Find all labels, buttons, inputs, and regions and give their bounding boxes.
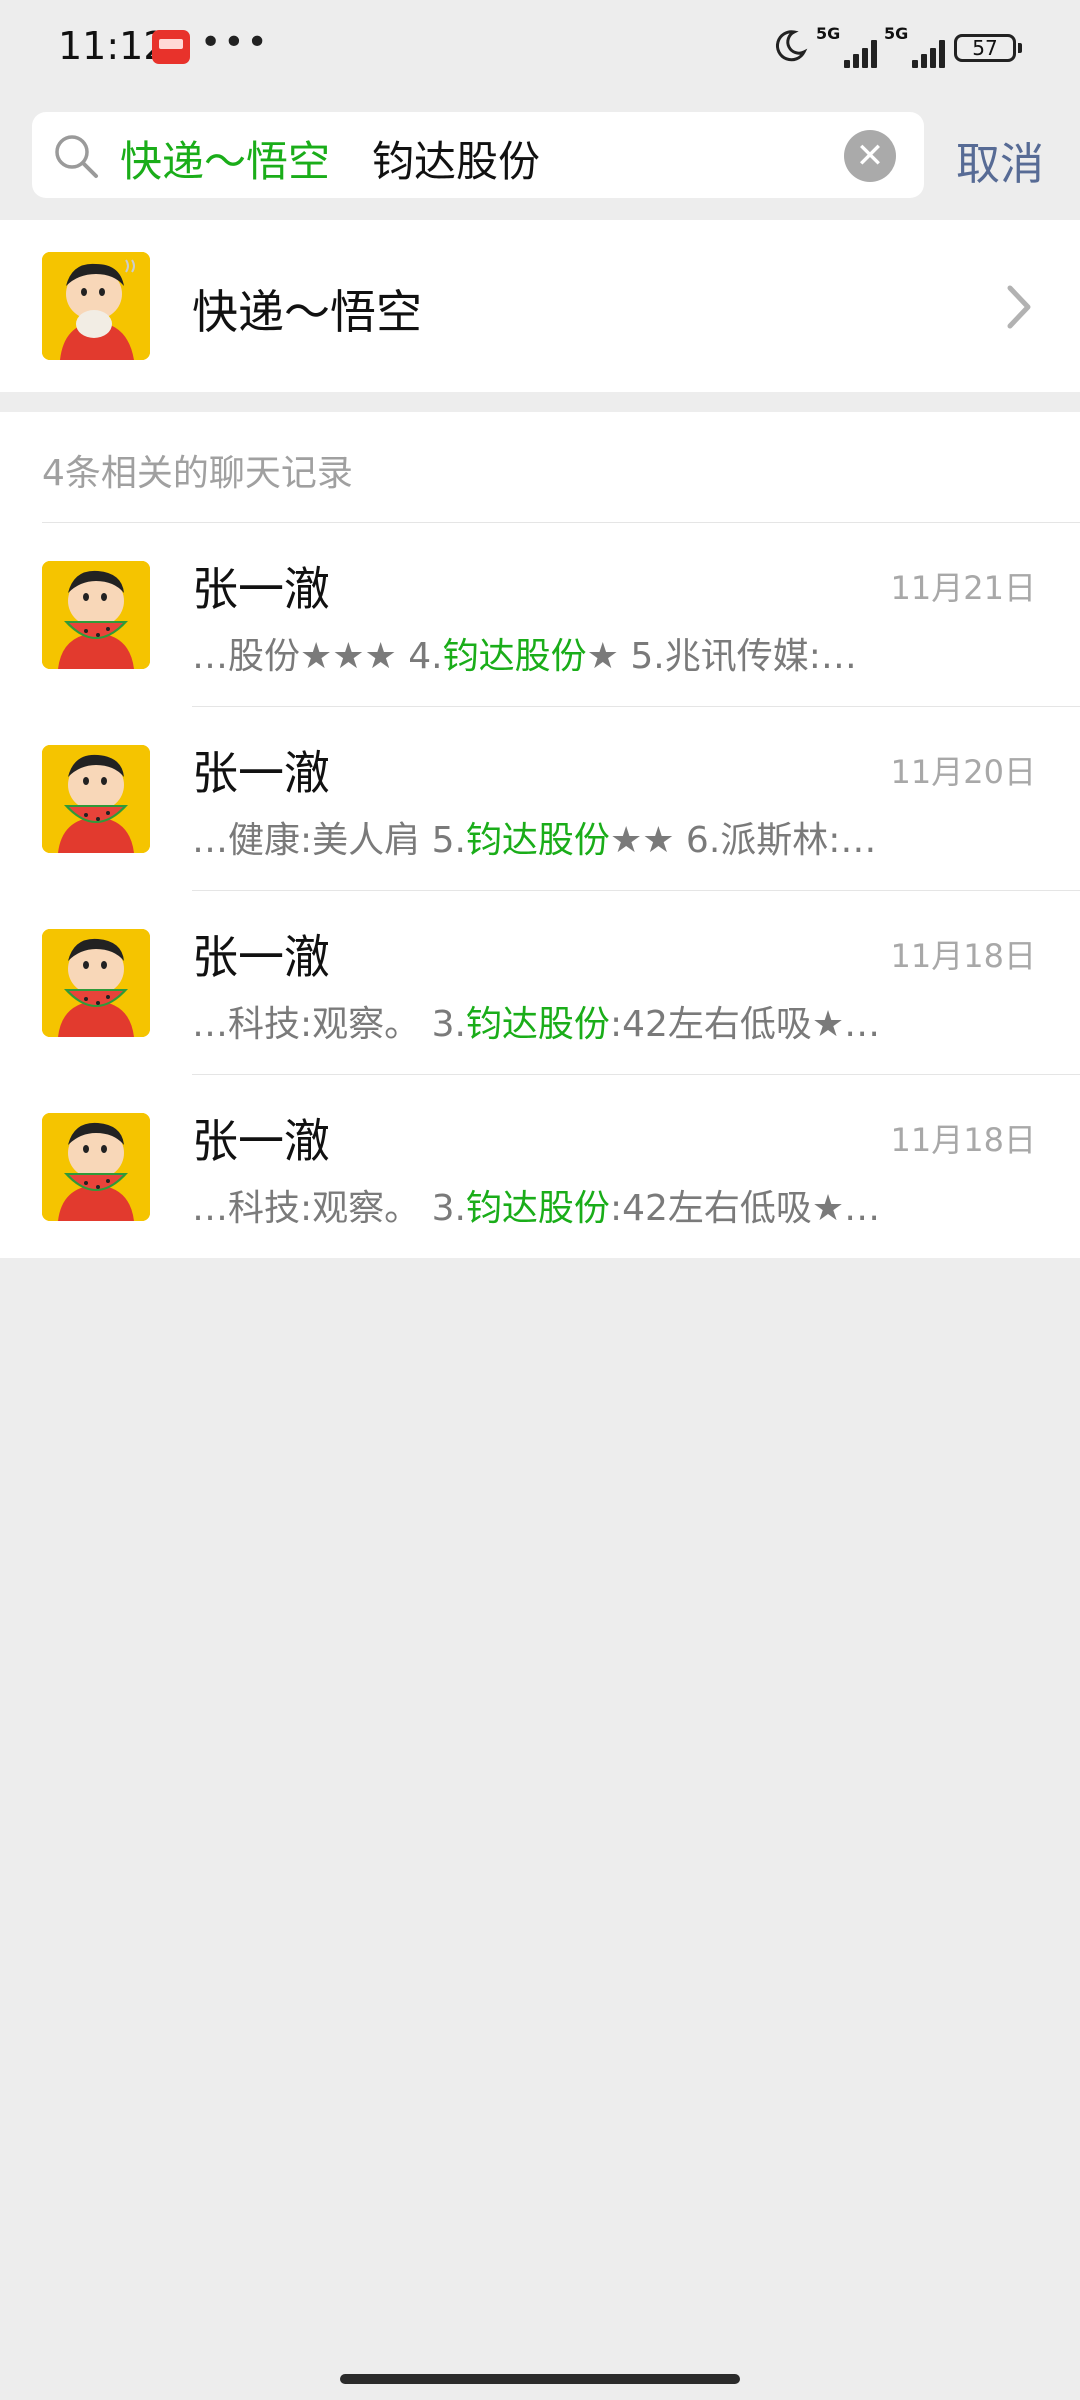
chat-record-item[interactable]: 张一澈 11月18日 …科技:观察。 3.钧达股份:42左右低吸★… (0, 891, 1080, 1075)
contact-name: 快递～悟空 (192, 285, 422, 339)
snippet-match: 钧达股份 (442, 636, 587, 677)
snippet-text: …科技:观察。 3. (192, 1004, 466, 1045)
record-date: 11月18日 (890, 937, 1036, 975)
avatar (42, 1113, 150, 1221)
avatar-icon (42, 1113, 150, 1221)
close-icon: ✕ (855, 136, 885, 176)
snippet-text: :42左右低吸★… (609, 1188, 881, 1229)
record-sender: 张一澈 (192, 562, 330, 616)
record-snippet: …科技:观察。 3.钧达股份:42左右低吸★… (192, 1179, 902, 1231)
record-sender: 张一澈 (192, 930, 330, 984)
clear-search-button[interactable]: ✕ (844, 130, 896, 182)
avatar (42, 252, 150, 360)
search-bar[interactable]: 快递～悟空 钧达股份 ✕ (32, 112, 924, 198)
records-header: 4条相关的聊天记录 (42, 453, 353, 494)
chat-record-item[interactable]: 张一澈 11月20日 …健康:美人肩 5.钧达股份★★ 6.派斯林:… (0, 707, 1080, 891)
moon-icon (775, 30, 808, 62)
search-filter-tag[interactable]: 快递～悟空 (120, 128, 330, 189)
avatar-icon (42, 745, 150, 853)
battery-level: 57 (972, 36, 998, 60)
search-input[interactable]: 钧达股份 (372, 128, 540, 189)
snippet-text: …股份★★★ 4. (192, 636, 443, 677)
avatar (42, 745, 150, 853)
record-date: 11月18日 (890, 1121, 1036, 1159)
record-snippet: …健康:美人肩 5.钧达股份★★ 6.派斯林:… (192, 811, 902, 863)
status-bar: 11:12 ••• 5G 5G 57 (0, 0, 1080, 96)
record-sender: 张一澈 (192, 746, 330, 800)
snippet-match: 钧达股份 (465, 1004, 610, 1045)
chat-records-section: 4条相关的聊天记录 张一澈 11月21日 …股份★★★ 4.钧达股份★ 5.兆讯… (0, 412, 1080, 1258)
snippet-text: …科技:观察。 3. (192, 1188, 466, 1229)
avatar-icon (42, 561, 150, 669)
snippet-match: 钧达股份 (465, 1188, 610, 1229)
avatar (42, 929, 150, 1037)
chat-record-item[interactable]: 张一澈 11月21日 …股份★★★ 4.钧达股份★ 5.兆讯传媒:… (0, 523, 1080, 707)
avatar-icon (42, 252, 150, 360)
home-indicator[interactable] (340, 2374, 740, 2384)
avatar (42, 561, 150, 669)
more-notifications-icon: ••• (200, 22, 270, 63)
chevron-right-icon (1007, 285, 1031, 329)
record-sender: 张一澈 (192, 1114, 330, 1168)
battery-icon: 57 (954, 34, 1022, 62)
snippet-text: :42左右低吸★… (609, 1004, 881, 1045)
record-snippet: …科技:观察。 3.钧达股份:42左右低吸★… (192, 995, 902, 1047)
snippet-text: …健康:美人肩 5. (192, 820, 466, 861)
snippet-text: ★ 5.兆讯传媒:… (586, 636, 857, 677)
snippet-match: 钧达股份 (465, 820, 610, 861)
cancel-button[interactable]: 取消 (956, 128, 1044, 192)
signal-icon-2: 5G (884, 24, 945, 68)
record-date: 11月20日 (890, 753, 1036, 791)
contact-result[interactable]: 快递～悟空 (0, 220, 1080, 392)
record-date: 11月21日 (890, 569, 1036, 607)
signal-icon-1: 5G (816, 24, 877, 68)
avatar-icon (42, 929, 150, 1037)
record-snippet: …股份★★★ 4.钧达股份★ 5.兆讯传媒:… (192, 627, 902, 679)
search-icon (55, 135, 98, 178)
snippet-text: ★★ 6.派斯林:… (609, 820, 877, 861)
app-notification-icon (152, 30, 190, 64)
chat-record-item[interactable]: 张一澈 11月18日 …科技:观察。 3.钧达股份:42左右低吸★… (0, 1075, 1080, 1259)
